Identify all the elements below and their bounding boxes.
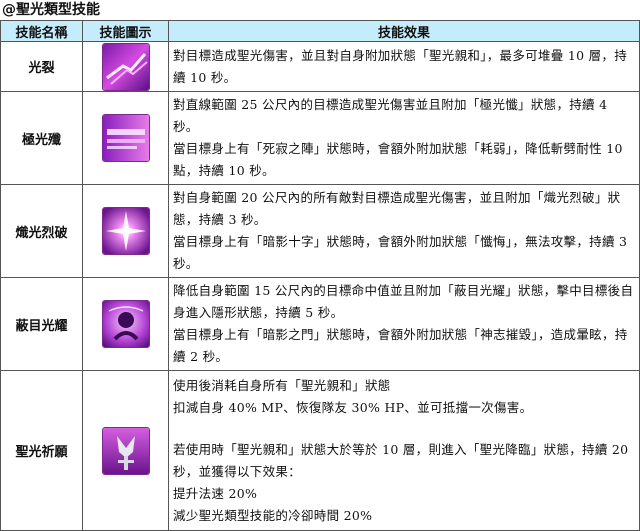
skill-icon-cell [82,277,169,371]
effect-line: 對直線範圍 25 公尺內的目標造成聖光傷害並且附加「極光懺」狀態，持續 4 秒。 [173,97,608,134]
skill-effect: 對目標造成聖光傷害，並且對自身附加狀態「聖光親和」，最多可堆疊 10 層，持續 … [168,41,640,92]
skill-name: 聖光祈願 [0,370,83,531]
skill-table: 技能名稱 技能圖示 技能效果 光裂 對目標造成聖光傷害，並且對自身附加狀態「聖光… [0,20,640,531]
skill-name: 熾光烈破 [0,184,83,278]
effect-line: 對自身範圍 20 公尺內的所有敵對目標造成聖光傷害，並且附加「熾光烈破」狀態，持… [173,190,621,227]
skill-icon-cell [82,184,169,278]
effect-line: 當目標身上有「死寂之陣」狀態時，會額外附加狀態「耗弱」，降低斬劈耐性 10 點，… [173,141,623,178]
effect-line: 提升法速 20% [173,485,258,501]
skill-name: 光裂 [0,41,83,92]
effect-line: 當目標身上有「暗影之門」狀態時，會額外附加狀態「神志摧毀」，造成暈眩，持續 2 … [173,327,628,364]
skill-effect: 使用後消耗自身所有「聖光親和」狀態 扣減自身 40% MP、恢復隊友 30% H… [168,370,640,531]
table-row: 熾光烈破 對自身範圍 20 公尺內的所有敵對目標造成聖光傷害，並且附加「熾光烈破… [0,184,640,278]
blazing-burst-icon [101,207,150,255]
effect-line: 扣減自身 40% MP、恢復隊友 30% HP、並可抵擋一次傷害。 [173,399,533,415]
table-row: 極光殲 對直線範圍 25 公尺內的目標造成聖光傷害並且附加「極光懺」狀態，持續 … [0,91,640,185]
light-rift-icon [101,42,150,91]
skill-name: 極光殲 [0,91,83,185]
effect-line: 若使用時「聖光親和」狀態大於等於 10 層，則進入「聖光降臨」狀態，持續 20 … [173,441,629,479]
skill-name: 蔽目光耀 [0,277,83,371]
header-effect: 技能效果 [168,20,640,42]
effect-line: 當目標身上有「暗影十字」狀態時，會額外附加狀態「懺悔」，無法攻擊，持續 3 秒。 [173,234,628,271]
skill-icon-cell [82,370,169,531]
skill-effect: 對自身範圍 20 公尺內的所有敵對目標造成聖光傷害，並且附加「熾光烈破」狀態，持… [168,184,640,278]
table-row: 光裂 對目標造成聖光傷害，並且對自身附加狀態「聖光親和」，最多可堆疊 10 層，… [0,41,640,92]
holy-prayer-icon [101,426,150,475]
effect-line: 對目標造成聖光傷害，並且對自身附加狀態「聖光親和」，最多可堆疊 10 層，持續 … [173,47,628,85]
table-row: 蔽目光耀 降低自身範圍 15 公尺內的目標命中值並且附加「蔽目光耀」狀態，擊中目… [0,277,640,371]
table-row: 聖光祈願 使用後消耗自身所有「聖光親和」狀態 扣減自身 40% MP、恢復隊友 … [0,370,640,531]
header-name: 技能名稱 [0,20,83,42]
effect-line: 減少聖光類型技能的冷卻時間 20% [173,507,373,523]
effect-line: 使用後消耗自身所有「聖光親和」狀態 [173,377,391,393]
effect-spacer [173,419,635,439]
skill-icon-cell [82,91,169,185]
section-title: @聖光類型技能 [2,2,100,18]
skill-icon-cell [82,41,169,92]
skill-effect: 對直線範圍 25 公尺內的目標造成聖光傷害並且附加「極光懺」狀態，持續 4 秒。… [168,91,640,185]
table-header-row: 技能名稱 技能圖示 技能效果 [0,20,640,42]
page: @聖光類型技能 技能名稱 技能圖示 技能效果 光裂 對目標造成聖光傷害，並且對自… [0,0,640,531]
blinding-radiance-icon [101,300,150,348]
effect-line: 降低自身範圍 15 公尺內的目標命中值並且附加「蔽目光耀」狀態，擊中目標後自身進… [173,283,634,320]
header-icon: 技能圖示 [82,20,169,42]
skill-effect: 降低自身範圍 15 公尺內的目標命中值並且附加「蔽目光耀」狀態，擊中目標後自身進… [168,277,640,371]
aurora-blast-icon [101,114,150,162]
